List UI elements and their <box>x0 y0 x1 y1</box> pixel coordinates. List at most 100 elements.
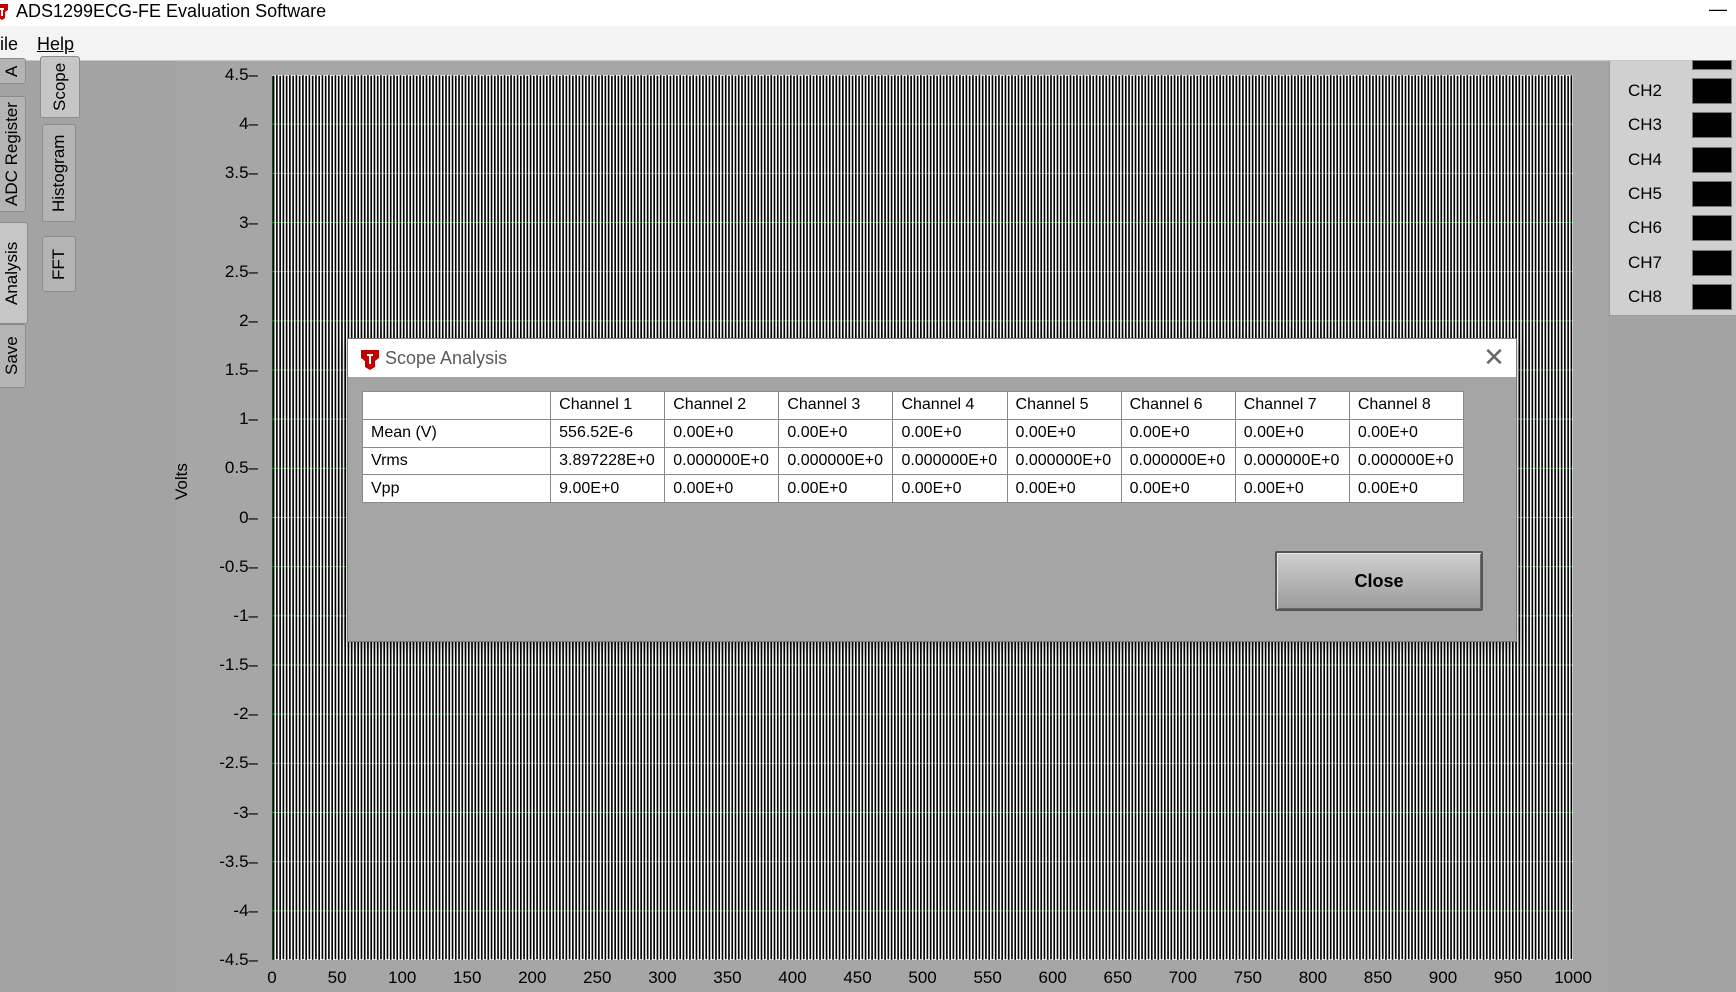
x-tick-label: 350 <box>713 968 742 987</box>
table-cell[interactable]: 0.00E+0 <box>1234 474 1350 503</box>
legend-label: CH4 <box>1628 149 1663 169</box>
legend-swatch-ch1[interactable] <box>1692 60 1732 70</box>
y-tick-label: -2– <box>233 704 258 724</box>
table-cell[interactable]: 0.000000E+0 <box>1120 446 1236 476</box>
close-icon[interactable]: ✕ <box>1479 343 1509 373</box>
tab-fft[interactable]: FFT <box>42 236 76 292</box>
y-tick-label: 4– <box>239 114 258 134</box>
legend-swatch[interactable] <box>1692 283 1732 310</box>
table-cell[interactable]: 0.000000E+0 <box>778 446 894 476</box>
column-header: Channel 6 <box>1120 391 1236 420</box>
legend-swatch[interactable] <box>1692 249 1732 276</box>
table-cell[interactable]: 0.00E+0 <box>664 418 780 448</box>
table-cell[interactable]: 0.00E+0 <box>1006 474 1122 503</box>
ti-logo-icon <box>361 350 379 370</box>
tab-adc-register[interactable]: ADC Register <box>0 96 26 212</box>
tab-scope[interactable]: Scope <box>40 56 80 118</box>
x-tick-label: 600 <box>1038 968 1067 987</box>
tab-save[interactable]: Save <box>0 324 26 388</box>
y-tick-label: -3– <box>233 802 258 822</box>
y-tick-label: -3.5– <box>219 851 258 871</box>
tab-a[interactable]: A <box>0 58 26 84</box>
window-title: ADS1299ECG-FE Evaluation Software <box>16 1 327 21</box>
row-label: Vrms <box>361 446 552 476</box>
x-tick-label: 650 <box>1103 968 1132 987</box>
x-tick-label: 850 <box>1363 968 1393 987</box>
scope-analysis-dialog: Scope Analysis ✕ Channel 1 Channel 2 Cha… <box>348 339 1516 641</box>
legend-label: CH3 <box>1628 115 1663 135</box>
table-corner-cell <box>361 391 552 420</box>
tab-histogram[interactable]: Histogram <box>42 124 76 222</box>
x-tick-label: 700 <box>1168 968 1197 987</box>
table-row: Vpp 9.00E+0 0.00E+0 0.00E+0 0.00E+0 0.00… <box>361 474 1465 503</box>
y-tick-label: -4.5– <box>219 950 258 969</box>
legend-swatch[interactable] <box>1692 112 1732 139</box>
table-cell[interactable]: 0.00E+0 <box>778 474 894 503</box>
table-cell[interactable]: 0.000000E+0 <box>1348 446 1465 476</box>
column-header: Channel 2 <box>664 391 780 420</box>
legend-swatch[interactable] <box>1692 215 1732 242</box>
column-header: Channel 1 <box>550 391 666 420</box>
tab-analysis[interactable]: Analysis <box>0 222 28 324</box>
table-cell[interactable]: 0.00E+0 <box>1348 418 1465 448</box>
y-tick-label: 0.5– <box>224 458 258 478</box>
table-cell[interactable]: 9.00E+0 <box>550 474 666 503</box>
minimize-button[interactable]: — <box>1706 0 1730 22</box>
dialog-titlebar: Scope Analysis ✕ <box>348 339 1516 377</box>
y-tick-label: 3.5– <box>224 163 258 183</box>
y-tick-label: -2.5– <box>219 753 258 773</box>
table-cell[interactable]: 0.00E+0 <box>892 474 1008 503</box>
menu-help-label: Help <box>37 34 75 54</box>
y-tick-label: -1– <box>233 605 258 625</box>
y-axis-label: Volts <box>172 463 191 500</box>
y-tick-label: 1– <box>239 409 258 429</box>
y-tick-label: -1.5– <box>219 655 258 674</box>
table-cell[interactable]: 0.00E+0 <box>1120 474 1236 503</box>
table-cell[interactable]: 0.000000E+0 <box>1234 446 1350 476</box>
table-cell[interactable]: 556.52E-6 <box>550 418 666 448</box>
legend-label: CH5 <box>1628 183 1663 203</box>
column-header: Channel 5 <box>1006 391 1122 420</box>
window-titlebar: ADS1299ECG-FE Evaluation Software — <box>0 0 1736 26</box>
x-tick-label: 0 <box>267 968 277 987</box>
y-tick-label: 0– <box>239 507 258 527</box>
x-tick-label: 1000 <box>1554 968 1593 987</box>
stats-table: Channel 1 Channel 2 Channel 3 Channel 4 … <box>361 391 1465 503</box>
table-cell[interactable]: 0.00E+0 <box>1348 474 1465 503</box>
x-tick-label: 250 <box>583 968 612 987</box>
legend-label: CH8 <box>1628 286 1663 306</box>
close-button[interactable]: Close <box>1275 551 1483 611</box>
table-cell[interactable]: 0.00E+0 <box>1234 418 1350 448</box>
table-cell[interactable]: 0.00E+0 <box>664 474 780 503</box>
row-label: Mean (V) <box>361 418 552 448</box>
y-tick-label: 1.5– <box>224 360 258 379</box>
table-cell[interactable]: 0.000000E+0 <box>664 446 780 476</box>
table-cell[interactable]: 0.00E+0 <box>892 418 1008 448</box>
legend-swatch[interactable] <box>1692 146 1732 173</box>
x-tick-label: 500 <box>908 968 937 987</box>
column-header: Channel 3 <box>778 391 894 420</box>
legend-swatch[interactable] <box>1692 180 1732 207</box>
x-tick-label: 150 <box>453 968 482 987</box>
y-tick-label: -0.5– <box>219 556 258 576</box>
legend-swatch[interactable] <box>1692 78 1732 104</box>
x-tick-label: 100 <box>388 968 417 987</box>
table-cell[interactable]: 0.00E+0 <box>1006 418 1122 448</box>
table-row: Vrms 3.897228E+0 0.000000E+0 0.000000E+0… <box>361 446 1465 476</box>
y-tick-label: 3– <box>239 212 258 232</box>
table-cell[interactable]: 0.00E+0 <box>1120 418 1236 448</box>
y-tick-label: -4– <box>233 900 258 920</box>
menu-file[interactable]: ile <box>0 34 18 55</box>
legend-label: CH2 <box>1628 81 1663 100</box>
table-cell[interactable]: 0.00E+0 <box>778 418 894 448</box>
row-label: Vpp <box>361 474 552 503</box>
table-cell[interactable]: 3.897228E+0 <box>550 446 666 476</box>
dialog-title: Scope Analysis <box>385 348 508 368</box>
ti-logo-icon <box>0 4 8 20</box>
x-tick-label: 800 <box>1298 968 1328 987</box>
table-header-row: Channel 1 Channel 2 Channel 3 Channel 4 … <box>361 391 1465 420</box>
menu-help[interactable]: Help <box>37 34 74 55</box>
table-cell[interactable]: 0.000000E+0 <box>1006 446 1122 476</box>
table-cell[interactable]: 0.000000E+0 <box>892 446 1008 476</box>
menu-bar: ile Help <box>0 26 1736 61</box>
